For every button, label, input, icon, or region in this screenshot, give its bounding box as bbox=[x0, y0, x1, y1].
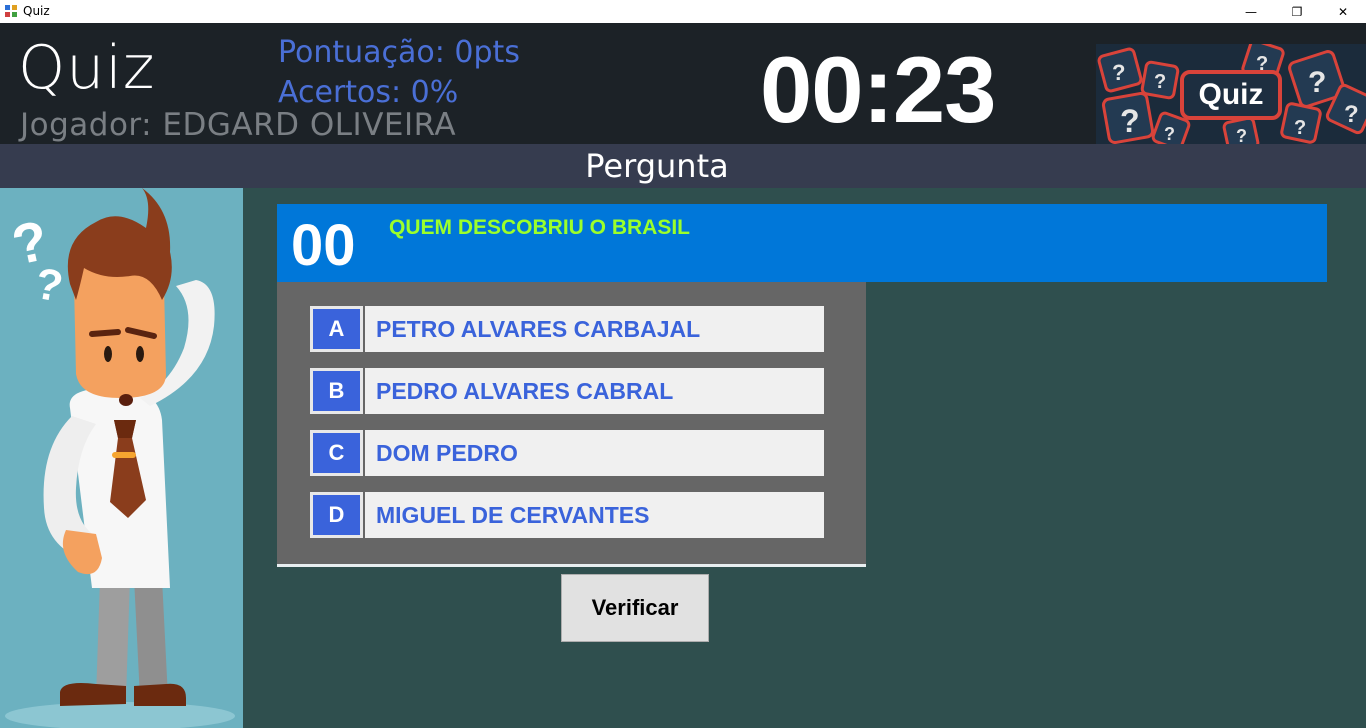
answer-letter-box: D bbox=[310, 492, 363, 538]
answers-panel: A PETRO ALVARES CARBAJAL B PEDRO ALVARES… bbox=[277, 282, 866, 564]
answer-option-a[interactable]: A PETRO ALVARES CARBAJAL bbox=[310, 306, 824, 352]
question-number: 00 bbox=[291, 213, 356, 278]
maximize-button[interactable]: ❐ bbox=[1274, 0, 1320, 23]
svg-text:?: ? bbox=[1154, 71, 1166, 93]
section-header: Pergunta bbox=[0, 144, 1366, 188]
svg-text:?: ? bbox=[1308, 66, 1326, 99]
quiz-logo: ? ? ? ? ? ? ? ? ? Quiz bbox=[1096, 44, 1366, 144]
answer-option-c[interactable]: C DOM PEDRO bbox=[310, 430, 824, 476]
window-title: Quiz bbox=[23, 4, 50, 18]
hits-label: Acertos: 0% bbox=[278, 75, 459, 110]
answer-text[interactable]: MIGUEL DE CERVANTES bbox=[365, 492, 824, 538]
quiz-logo-text: Quiz bbox=[1199, 78, 1264, 111]
section-title: Pergunta bbox=[585, 147, 729, 185]
svg-text:?: ? bbox=[1112, 60, 1125, 85]
close-button[interactable]: ✕ bbox=[1320, 0, 1366, 23]
score-label: Pontuação: 0pts bbox=[278, 35, 520, 70]
svg-text:?: ? bbox=[1344, 101, 1359, 128]
answer-option-d[interactable]: D MIGUEL DE CERVANTES bbox=[310, 492, 824, 538]
answer-letter: D bbox=[313, 495, 360, 535]
header: Quiz Jogador: EDGARD OLIVEIRA Pontuação:… bbox=[0, 23, 1366, 144]
app-icon bbox=[5, 5, 17, 17]
answer-text[interactable]: PETRO ALVARES CARBAJAL bbox=[365, 306, 824, 352]
answer-letter-box: A bbox=[310, 306, 363, 352]
quiz-logo-art: ? ? ? ? ? ? ? ? ? Quiz bbox=[1096, 44, 1366, 144]
restore-icon: ❐ bbox=[1291, 4, 1303, 19]
answer-text[interactable]: DOM PEDRO bbox=[365, 430, 824, 476]
verify-button[interactable]: Verificar bbox=[561, 574, 709, 642]
answer-letter: B bbox=[313, 371, 360, 411]
answer-letter: C bbox=[313, 433, 360, 473]
answer-letter-box: C bbox=[310, 430, 363, 476]
close-icon: ✕ bbox=[1337, 4, 1349, 19]
svg-text:?: ? bbox=[1236, 126, 1247, 144]
app-title: Quiz bbox=[18, 33, 156, 103]
question-header: 00 QUEM DESCOBRIU O BRASIL bbox=[277, 204, 1327, 282]
minimize-icon: — bbox=[1245, 4, 1257, 19]
answer-text[interactable]: PEDRO ALVARES CABRAL bbox=[365, 368, 824, 414]
player-name: Jogador: EDGARD OLIVEIRA bbox=[20, 107, 457, 143]
panel-divider bbox=[277, 564, 866, 567]
window-titlebar: Quiz — ❐ ✕ bbox=[0, 0, 1366, 23]
thinking-man-image: ? ? bbox=[5, 188, 235, 728]
svg-text:?: ? bbox=[1120, 103, 1140, 139]
svg-text:?: ? bbox=[1294, 117, 1306, 139]
svg-text:?: ? bbox=[1164, 124, 1175, 144]
question-text: QUEM DESCOBRIU O BRASIL bbox=[389, 216, 691, 239]
answer-option-b[interactable]: B PEDRO ALVARES CABRAL bbox=[310, 368, 824, 414]
answer-letter-box: B bbox=[310, 368, 363, 414]
answer-letter: A bbox=[313, 309, 360, 349]
countdown-timer: 00:23 bbox=[760, 37, 996, 142]
minimize-button[interactable]: — bbox=[1228, 0, 1274, 23]
thinking-man-illustration: ? ? bbox=[0, 188, 243, 728]
